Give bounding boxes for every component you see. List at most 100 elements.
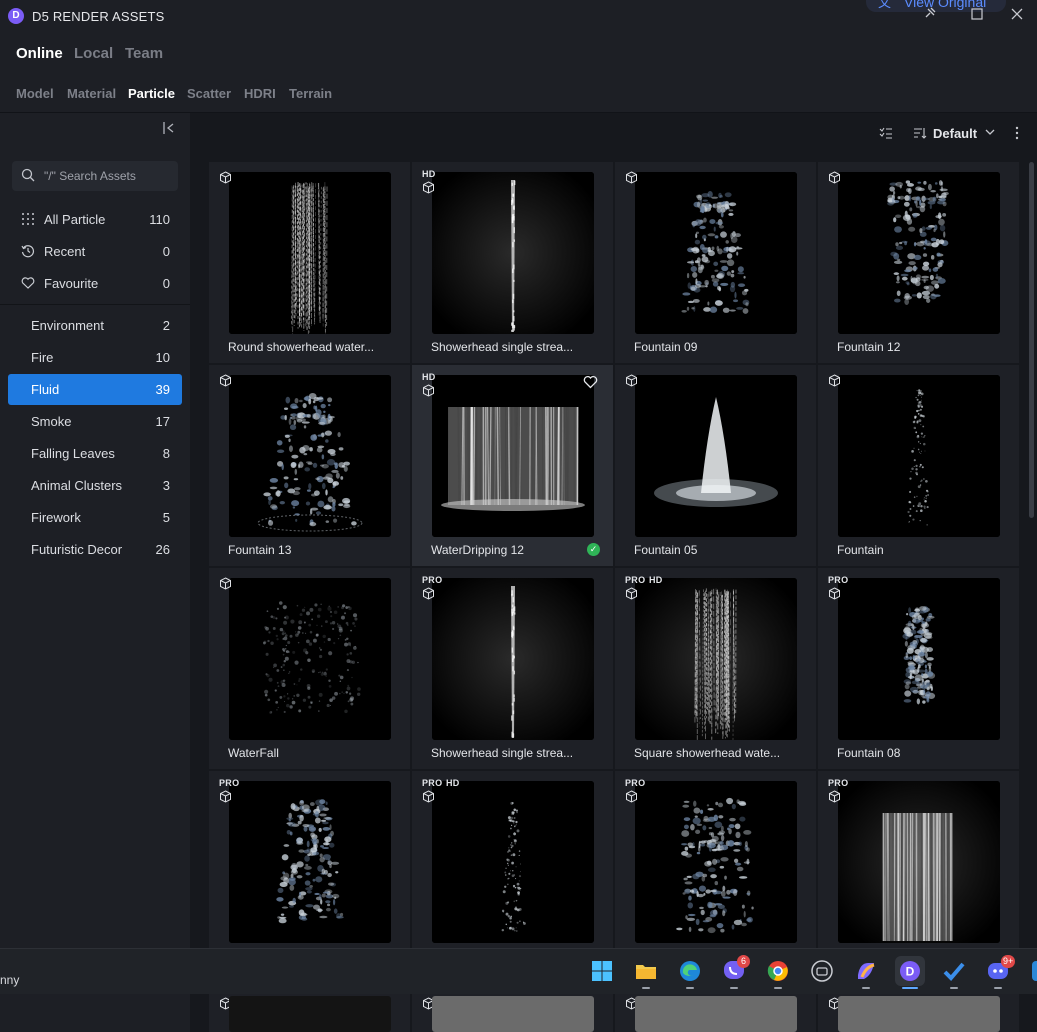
asset-card[interactable]: Round showerhead water... [209,162,410,363]
asset-card[interactable]: HD WaterDripping 12 ✓ [412,365,613,566]
pro-badge: PRO [828,778,849,788]
sidebar-item-count: 0 [162,276,170,291]
asset-name: Fountain 12 [837,340,901,354]
chrome-icon[interactable] [763,956,793,986]
cube-icon [219,577,232,590]
sidebar-item-label: Firework [31,510,81,525]
scrollbar[interactable] [1029,162,1034,518]
tab-hdri[interactable]: HDRI [244,86,276,101]
running-indicator [642,987,650,989]
asset-card[interactable]: PRO [615,771,816,948]
tab-online[interactable]: Online [16,45,63,62]
cube-icon [828,587,841,600]
asset-card[interactable]: Fountain 09 [615,162,816,363]
multi-select-icon[interactable] [879,126,893,143]
pro-badge: PRO [422,575,443,585]
asset-name: Showerhead single strea... [431,340,574,354]
sidebar-item-label: Environment [31,318,104,333]
sidebar-item-label: Recent [44,244,86,259]
sidebar-item-smoke[interactable]: Smoke 17 [8,406,182,437]
sidebar-divider [0,304,190,305]
sidebar-item-environment[interactable]: Environment 2 [8,310,182,341]
sidebar-item-recent[interactable]: Recent 0 [8,236,182,267]
asset-name: Showerhead single strea... [431,746,574,760]
capture-icon[interactable] [807,956,837,986]
tab-model[interactable]: Model [16,86,54,101]
asset-card[interactable]: PRO Fountain 08 [818,568,1019,769]
favourite-heart-icon[interactable] [583,375,599,391]
tab-material[interactable]: Material [67,86,116,101]
asset-card[interactable]: HD Showerhead single strea... [412,162,613,363]
todo-icon[interactable] [939,956,969,986]
sidebar-item-falling-leaves[interactable]: Falling Leaves 8 [8,438,182,469]
overflow-app-icon[interactable] [1027,956,1037,986]
d5-render-icon[interactable]: D [895,956,925,986]
tab-terrain[interactable]: Terrain [289,86,332,101]
taskbar-user-text: nny [0,973,20,987]
close-icon[interactable] [1007,6,1027,26]
running-indicator [730,987,738,989]
asset-thumbnail [635,996,797,1032]
tab-particle[interactable]: Particle [128,86,175,101]
asset-card[interactable]: PRO HD Square showerhead wate... [615,568,816,769]
sidebar-item-count: 26 [155,542,170,557]
asset-card-partial[interactable] [412,994,613,1032]
sort-icon[interactable] [913,126,927,143]
sidebar-item-count: 2 [162,318,170,333]
running-indicator [774,987,782,989]
sidebar-item-fire[interactable]: Fire 10 [8,342,182,373]
sidebar-item-label: Falling Leaves [31,446,115,461]
sort-dropdown[interactable]: Default [933,126,977,141]
maximize-icon[interactable] [967,6,987,26]
asset-thumbnail [635,578,797,740]
running-indicator [902,987,918,989]
asset-card-partial[interactable] [818,994,1019,1032]
sidebar-item-firework[interactable]: Firework 5 [8,502,182,533]
sidebar-item-count: 17 [155,414,170,429]
sidebar-item-all-particle[interactable]: All Particle 110 [8,204,182,235]
cube-icon [422,384,435,397]
asset-card[interactable]: PRO [818,771,1019,948]
asset-card-partial[interactable] [209,994,410,1032]
asset-card[interactable]: PRO Showerhead single strea... [412,568,613,769]
collapse-sidebar-icon[interactable] [162,121,178,137]
windows-start-icon[interactable] [587,956,617,986]
asset-thumbnail [838,781,1000,943]
sidebar-item-fluid[interactable]: Fluid 39 [8,374,182,405]
asset-thumbnail [229,172,391,334]
more-menu-icon[interactable] [1012,126,1022,143]
sidebar-item-label: Favourite [44,276,99,291]
cube-icon [422,181,435,194]
asset-card-partial[interactable] [615,994,816,1032]
cube-icon [828,374,841,387]
asset-thumbnail [229,781,391,943]
file-explorer-icon[interactable] [631,956,661,986]
search-icon [21,168,35,182]
tab-scatter[interactable]: Scatter [187,86,231,101]
asset-card[interactable]: PRO HD [412,771,613,948]
copilot-icon[interactable] [851,956,881,986]
tab-team[interactable]: Team [125,45,163,62]
tab-local[interactable]: Local [74,45,113,62]
sidebar-item-futuristic-decor[interactable]: Futuristic Decor 26 [8,534,182,565]
chevron-down-icon[interactable] [984,126,996,141]
asset-thumbnail [229,996,391,1032]
asset-card[interactable]: PRO [209,771,410,948]
notification-badge: 6 [737,955,750,968]
hd-badge: HD [422,372,436,382]
asset-card[interactable]: Fountain [818,365,1019,566]
search-placeholder: "/" Search Assets [44,169,136,183]
asset-name: Round showerhead water... [228,340,375,354]
asset-card[interactable]: WaterFall [209,568,410,769]
sidebar-item-count: 10 [155,350,170,365]
asset-thumbnail [432,781,594,943]
pin-icon[interactable] [920,6,940,26]
asset-card[interactable]: Fountain 13 [209,365,410,566]
asset-card[interactable]: Fountain 12 [818,162,1019,363]
asset-thumbnail [432,172,594,334]
sidebar-item-animal-clusters[interactable]: Animal Clusters 3 [8,470,182,501]
edge-icon[interactable] [675,956,705,986]
sidebar-item-favourite[interactable]: Favourite 0 [8,268,182,299]
asset-card[interactable]: Fountain 05 [615,365,816,566]
pro-badge: PRO [422,778,443,788]
